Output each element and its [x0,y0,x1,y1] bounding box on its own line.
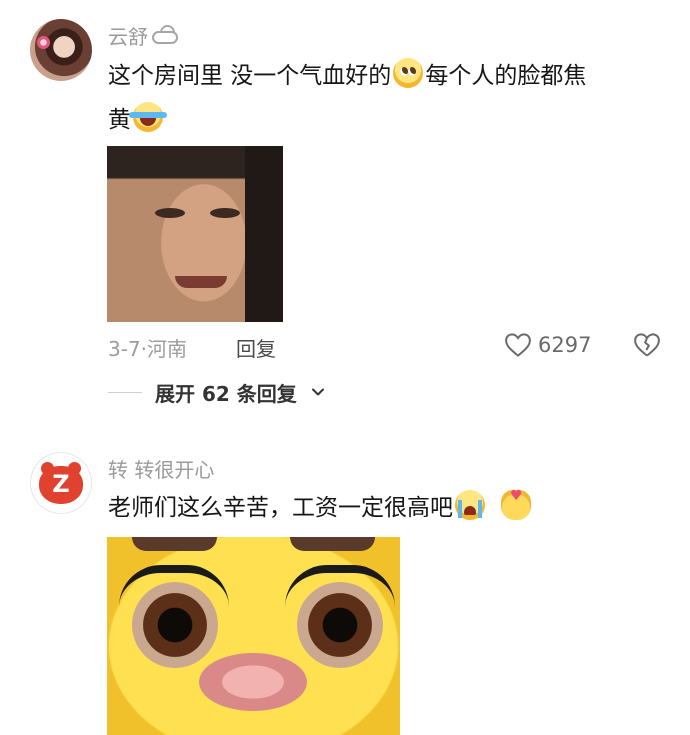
expand-replies-button[interactable]: 展开 62 条回复 [155,378,297,407]
comment-date-location: 3-7·河南 [108,337,188,361]
cloud-icon [152,31,178,44]
finger-heart-emoji-icon [501,474,531,520]
crying-face-emoji-icon [455,490,485,520]
logo-icon: Z [52,470,70,498]
avatar[interactable] [30,19,92,81]
comment-username[interactable]: 转 转很开心 [108,454,214,483]
pleading-face-emoji-icon [393,58,424,88]
chevron-down-icon[interactable] [310,384,326,400]
avatar[interactable]: Z [30,452,92,514]
broken-heart-icon[interactable] [632,330,662,360]
comment-username[interactable]: 云舒 [108,21,178,50]
like-count: 6297 [538,333,592,357]
comment-text-line-2: 黄 [108,98,167,143]
comment-feed: 云舒 这个房间里 没一个气血好的 每个人的脸都焦 黄 3-7·河南 回复 6297… [0,0,690,735]
comment-text: 老师们这么辛苦，工资一定很高吧 [108,474,533,531]
comment-image[interactable] [107,146,283,322]
reply-button[interactable]: 回复 [236,333,276,362]
heart-icon[interactable] [503,330,533,360]
comment-text: 这个房间里 没一个气血好的 每个人的脸都焦 [108,54,586,99]
laughing-crying-emoji-icon [129,102,167,132]
flower-decoration [37,36,50,49]
divider [108,392,142,393]
comment-image[interactable] [107,537,400,735]
